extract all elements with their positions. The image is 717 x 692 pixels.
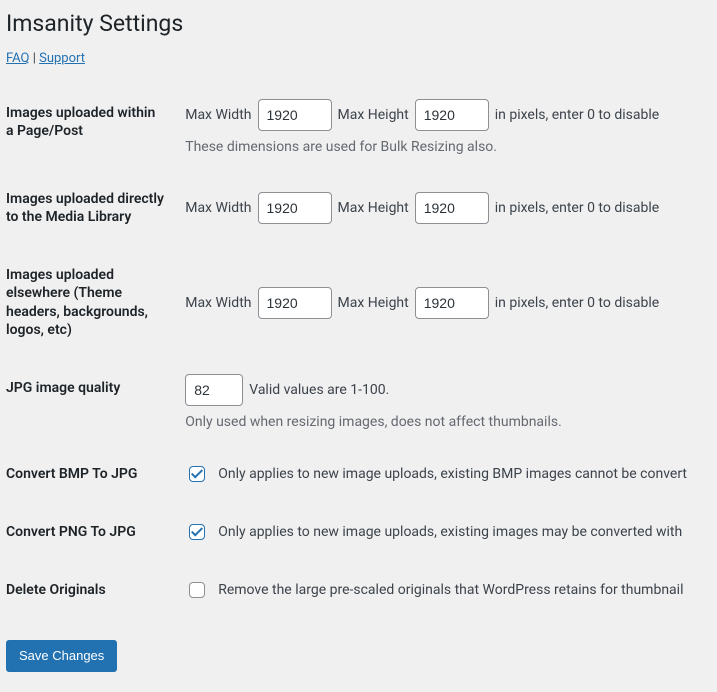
row-heading-media-library: Images uploaded directly to the Media Li…: [6, 170, 175, 246]
elsewhere-width-input[interactable]: [258, 287, 332, 319]
within-post-description: These dimensions are used for Bulk Resiz…: [185, 139, 687, 155]
max-width-label: Max Width: [185, 200, 251, 216]
px-hint: in pixels, enter 0 to disable: [495, 107, 659, 123]
settings-table: Images uploaded within a Page/Post Max W…: [6, 84, 697, 620]
png-to-jpg-checkbox[interactable]: [189, 524, 205, 540]
within-post-width-input[interactable]: [258, 99, 332, 131]
max-height-label: Max Height: [338, 295, 409, 311]
px-hint: in pixels, enter 0 to disable: [495, 200, 659, 216]
png-to-jpg-label: Only applies to new image uploads, exist…: [218, 524, 682, 540]
jpg-quality-hint: Valid values are 1-100.: [249, 382, 389, 398]
bmp-to-jpg-checkbox[interactable]: [189, 466, 205, 482]
media-library-width-input[interactable]: [258, 192, 332, 224]
media-library-height-input[interactable]: [415, 192, 489, 224]
link-separator: |: [29, 51, 39, 66]
page-title: Imsanity Settings: [6, 0, 697, 43]
elsewhere-height-input[interactable]: [415, 287, 489, 319]
jpg-quality-description: Only used when resizing images, does not…: [185, 414, 687, 430]
faq-link[interactable]: FAQ: [6, 51, 29, 66]
row-heading-png-to-jpg: Convert PNG To JPG: [6, 503, 175, 561]
help-links: FAQ | Support: [6, 51, 697, 66]
max-width-label: Max Width: [185, 295, 251, 311]
jpg-quality-input[interactable]: [185, 374, 243, 406]
row-heading-delete-originals: Delete Originals: [6, 561, 175, 619]
bmp-to-jpg-label: Only applies to new image uploads, exist…: [218, 466, 687, 482]
delete-originals-checkbox[interactable]: [189, 582, 205, 598]
row-heading-within-post: Images uploaded within a Page/Post: [6, 84, 175, 170]
px-hint: in pixels, enter 0 to disable: [495, 295, 659, 311]
row-heading-elsewhere: Images uploaded elsewhere (Theme headers…: [6, 246, 175, 359]
support-link[interactable]: Support: [39, 51, 85, 66]
max-height-label: Max Height: [338, 200, 409, 216]
row-heading-jpg-quality: JPG image quality: [6, 359, 175, 445]
max-width-label: Max Width: [185, 107, 251, 123]
max-height-label: Max Height: [338, 107, 409, 123]
save-changes-button[interactable]: Save Changes: [6, 640, 117, 672]
delete-originals-label: Remove the large pre-scaled originals th…: [218, 582, 683, 598]
row-heading-bmp-to-jpg: Convert BMP To JPG: [6, 445, 175, 503]
within-post-height-input[interactable]: [415, 99, 489, 131]
